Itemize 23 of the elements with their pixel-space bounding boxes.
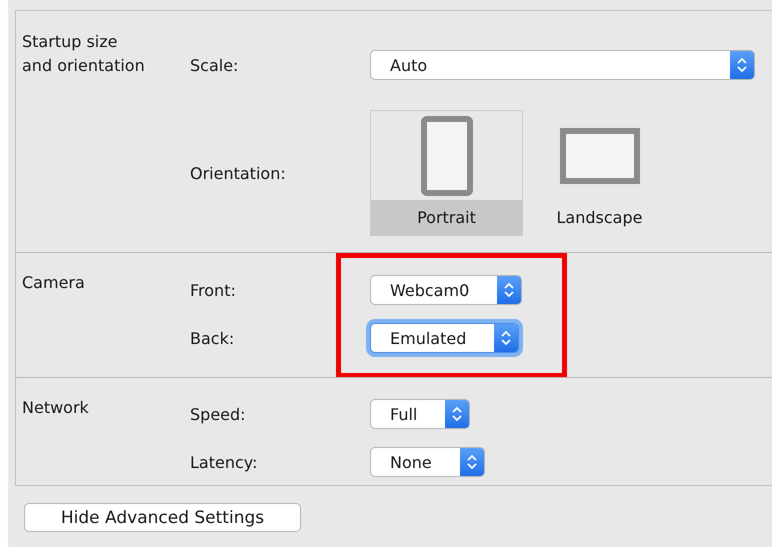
section-title: Startup size and orientation bbox=[22, 31, 146, 77]
hide-advanced-settings-button[interactable]: Hide Advanced Settings bbox=[24, 503, 301, 532]
field-label: Latency: bbox=[190, 452, 258, 472]
field-label: Speed: bbox=[190, 404, 247, 424]
dropdown[interactable]: Auto bbox=[370, 50, 755, 80]
stepper-icon bbox=[500, 329, 512, 347]
dropdown[interactable]: Webcam0 bbox=[370, 275, 522, 305]
field-label: Back: bbox=[190, 328, 236, 348]
stepper-icon bbox=[466, 453, 478, 471]
stepper-icon bbox=[736, 56, 748, 74]
section-title: Camera bbox=[22, 272, 86, 294]
field-label: Orientation: bbox=[190, 164, 287, 182]
orientation-option[interactable]: Landscape bbox=[547, 110, 652, 236]
section-title: Network bbox=[22, 397, 90, 419]
dropdown[interactable]: Full bbox=[370, 399, 470, 429]
field-label: Scale: bbox=[190, 56, 240, 74]
dropdown[interactable]: None bbox=[370, 447, 485, 477]
stepper-icon bbox=[451, 405, 464, 423]
landscape-icon bbox=[560, 128, 640, 184]
portrait-icon bbox=[420, 116, 472, 196]
stepper-icon bbox=[503, 281, 516, 299]
field-label: Front: bbox=[190, 280, 237, 300]
orientation-option[interactable]: Portrait bbox=[370, 110, 523, 236]
